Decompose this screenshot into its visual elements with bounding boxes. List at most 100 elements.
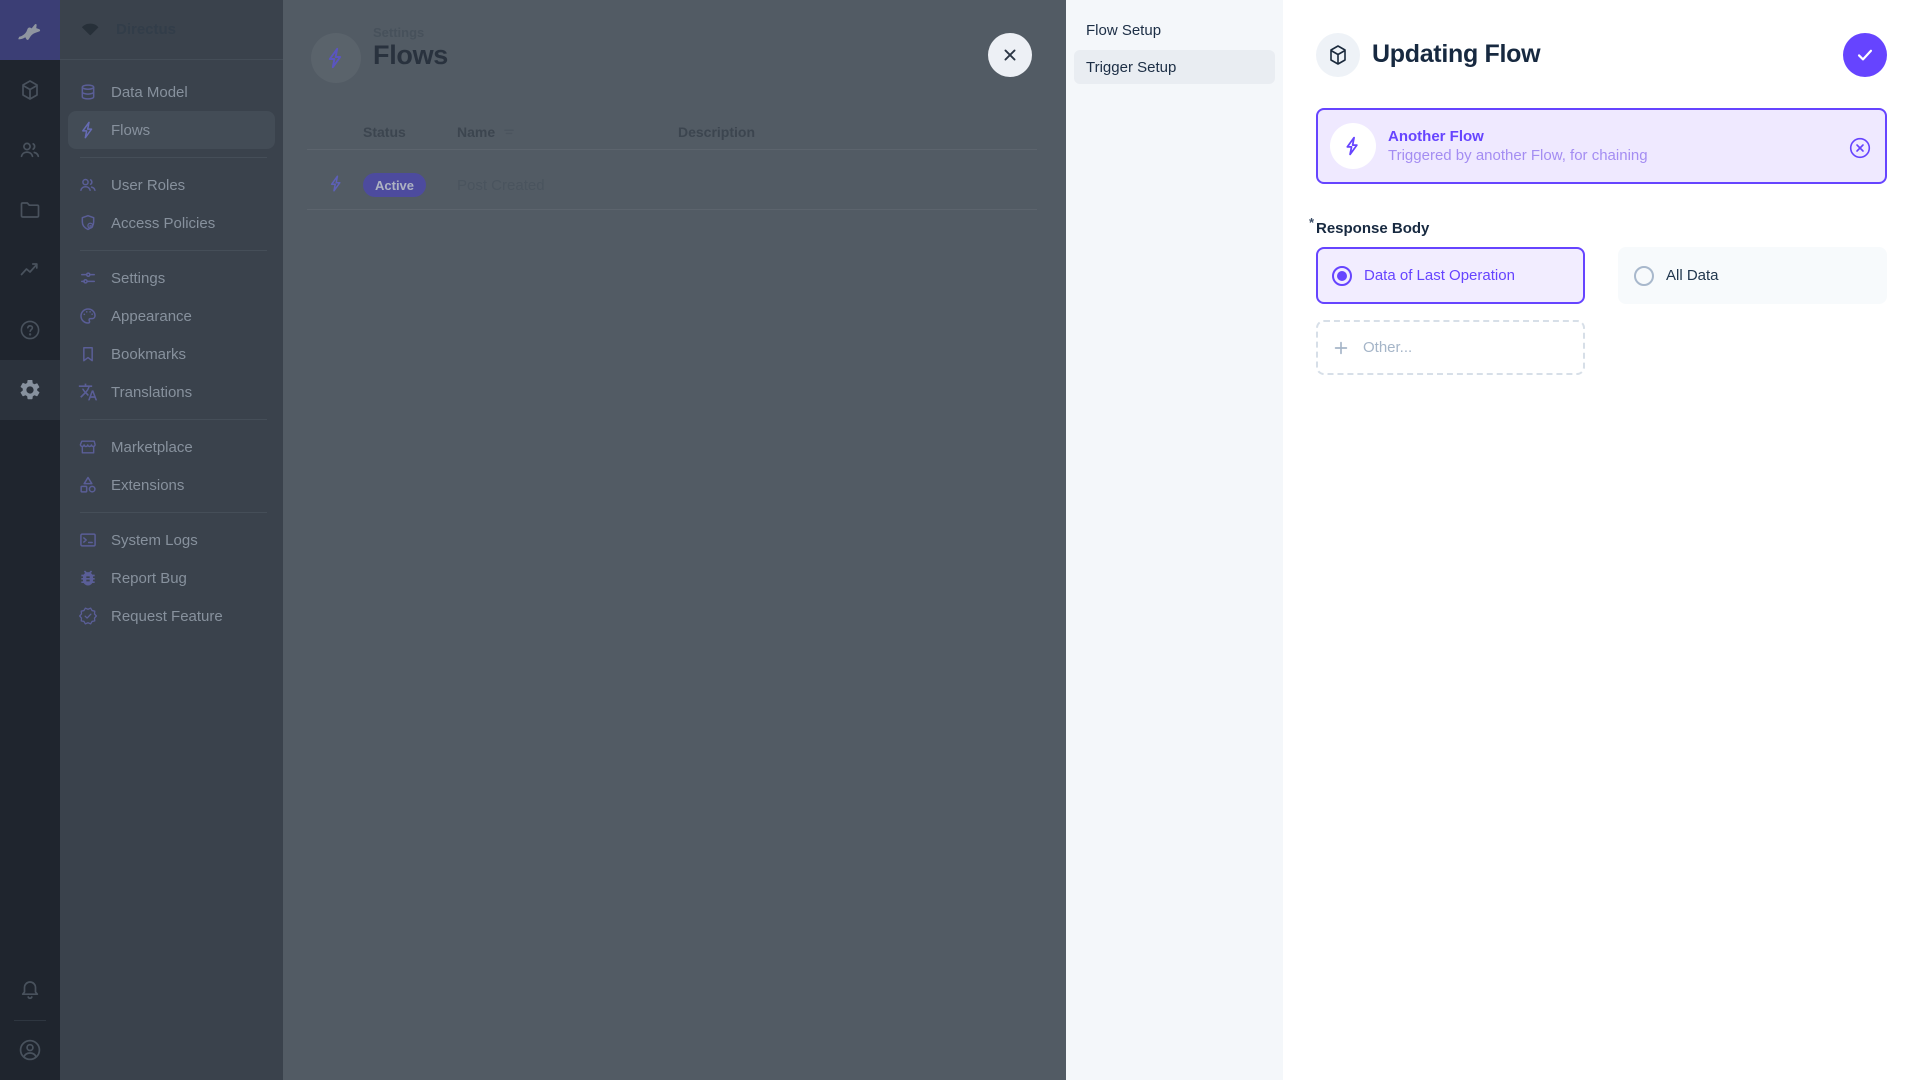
divider [68, 411, 275, 428]
avatar-icon [17, 1037, 43, 1063]
user-menu-button[interactable] [0, 1020, 60, 1080]
nav-item-data-model[interactable]: Data Model [68, 73, 275, 111]
trigger-icon-circle [1330, 123, 1376, 169]
module-content-button[interactable] [0, 60, 60, 120]
feature-badge-icon [78, 606, 98, 626]
palette-icon [78, 306, 98, 326]
nav-item-label: Flows [111, 121, 151, 139]
rabbit-logo-icon [15, 15, 45, 45]
nav-item-label: Report Bug [111, 569, 187, 587]
people-icon [78, 175, 98, 195]
column-label: Status [363, 124, 406, 140]
option-label: All Data [1666, 267, 1719, 284]
trigger-type-card[interactable]: Another Flow Triggered by another Flow, … [1316, 108, 1887, 184]
notifications-button[interactable] [0, 960, 60, 1020]
bolt-icon [78, 120, 98, 140]
nav-item-label: Request Feature [111, 607, 223, 625]
folder-icon [18, 198, 42, 222]
divider [68, 149, 275, 166]
nav-item-label: System Logs [111, 531, 198, 549]
response-body-label: Response Body [1316, 220, 1430, 237]
drawer-panel: Updating Flow Another Flow Triggered by … [1283, 0, 1920, 1080]
bolt-icon [324, 46, 348, 70]
module-files-button[interactable] [0, 180, 60, 240]
save-button[interactable] [1843, 33, 1887, 77]
drawer-nav-flow-setup[interactable]: Flow Setup [1074, 13, 1275, 47]
nav-item-label: Data Model [111, 83, 188, 101]
other-option-label: Other... [1363, 339, 1413, 356]
trigger-card-subtitle: Triggered by another Flow, for chaining [1388, 147, 1648, 164]
nav-item-access-policies[interactable]: Access Policies [68, 204, 275, 242]
nav-item-user-roles[interactable]: User Roles [68, 166, 275, 204]
nav-list: Data Model Flows User Roles Access Polic… [60, 60, 283, 635]
bell-icon [18, 978, 42, 1002]
check-icon [1854, 44, 1876, 66]
bookmark-icon [78, 344, 98, 364]
nav-item-marketplace[interactable]: Marketplace [68, 428, 275, 466]
category-icon [78, 475, 98, 495]
bolt-icon [1342, 135, 1364, 157]
module-docs-button[interactable] [0, 300, 60, 360]
divider [68, 504, 275, 521]
nav-item-request-feature[interactable]: Request Feature [68, 597, 275, 635]
module-insights-button[interactable] [0, 240, 60, 300]
column-label: Name [457, 124, 496, 140]
nav-item-flows[interactable]: Flows [68, 111, 275, 149]
directus-logo[interactable] [0, 0, 60, 60]
tune-icon [78, 268, 98, 288]
column-header-status[interactable]: Status [363, 124, 406, 140]
flows-page: Settings Flows Status Name Description A… [283, 0, 1066, 1080]
drawer-close-button[interactable] [988, 33, 1032, 77]
trigger-card-title: Another Flow [1388, 128, 1484, 145]
option-label: Data of Last Operation [1364, 267, 1515, 284]
drawer-nav-label: Trigger Setup [1086, 58, 1177, 76]
deselect-trigger-button[interactable] [1848, 136, 1872, 160]
drawer-nav-trigger-setup[interactable]: Trigger Setup [1074, 50, 1275, 84]
project-fan-icon [78, 18, 102, 42]
divider [307, 209, 1037, 210]
option-data-of-last-operation[interactable]: Data of Last Operation [1316, 247, 1585, 304]
nav-item-label: Translations [111, 383, 193, 401]
radio-selected-icon[interactable] [1332, 265, 1352, 286]
module-users-button[interactable] [0, 120, 60, 180]
nav-item-settings[interactable]: Settings [68, 259, 275, 297]
cube-icon [1326, 43, 1350, 67]
cube-icon [18, 78, 42, 102]
close-icon [999, 44, 1021, 66]
breadcrumb[interactable]: Settings [373, 25, 424, 40]
nav-item-system-logs[interactable]: System Logs [68, 521, 275, 559]
chart-icon [18, 258, 42, 282]
storefront-icon [78, 437, 98, 457]
module-settings-button[interactable] [0, 360, 60, 420]
nav-item-label: Appearance [111, 307, 192, 325]
nav-item-label: User Roles [111, 176, 186, 194]
bolt-icon [327, 174, 346, 193]
nav-item-label: Access Policies [111, 214, 216, 232]
shield-icon [78, 213, 98, 233]
drawer-title-icon-circle [1316, 33, 1360, 77]
option-all-data[interactable]: All Data [1618, 247, 1887, 304]
column-header-name[interactable]: Name [457, 124, 516, 140]
directus-app: Directus Data Model Flows User Roles Acc… [0, 0, 1920, 1080]
database-icon [78, 82, 98, 102]
help-icon [18, 318, 42, 342]
nav-item-bookmarks[interactable]: Bookmarks [68, 335, 275, 373]
status-badge: Active [363, 173, 427, 197]
drawer-nav-label: Flow Setup [1086, 21, 1162, 39]
terminal-icon [78, 530, 98, 550]
nav-item-report-bug[interactable]: Report Bug [68, 559, 275, 597]
flow-name-cell: Post Created [457, 177, 545, 194]
gear-icon [18, 378, 42, 402]
plus-icon [1331, 338, 1351, 358]
nav-item-appearance[interactable]: Appearance [68, 297, 275, 335]
translate-icon [78, 382, 98, 402]
radio-unselected-icon[interactable] [1634, 265, 1654, 286]
project-header[interactable]: Directus [60, 0, 283, 60]
nav-item-label: Settings [111, 269, 166, 287]
nav-item-translations[interactable]: Translations [68, 373, 275, 411]
other-option-button[interactable]: Other... [1316, 320, 1585, 375]
nav-item-extensions[interactable]: Extensions [68, 466, 275, 504]
column-header-description[interactable]: Description [678, 124, 755, 140]
bug-icon [78, 568, 98, 588]
sort-icon[interactable] [502, 125, 516, 139]
